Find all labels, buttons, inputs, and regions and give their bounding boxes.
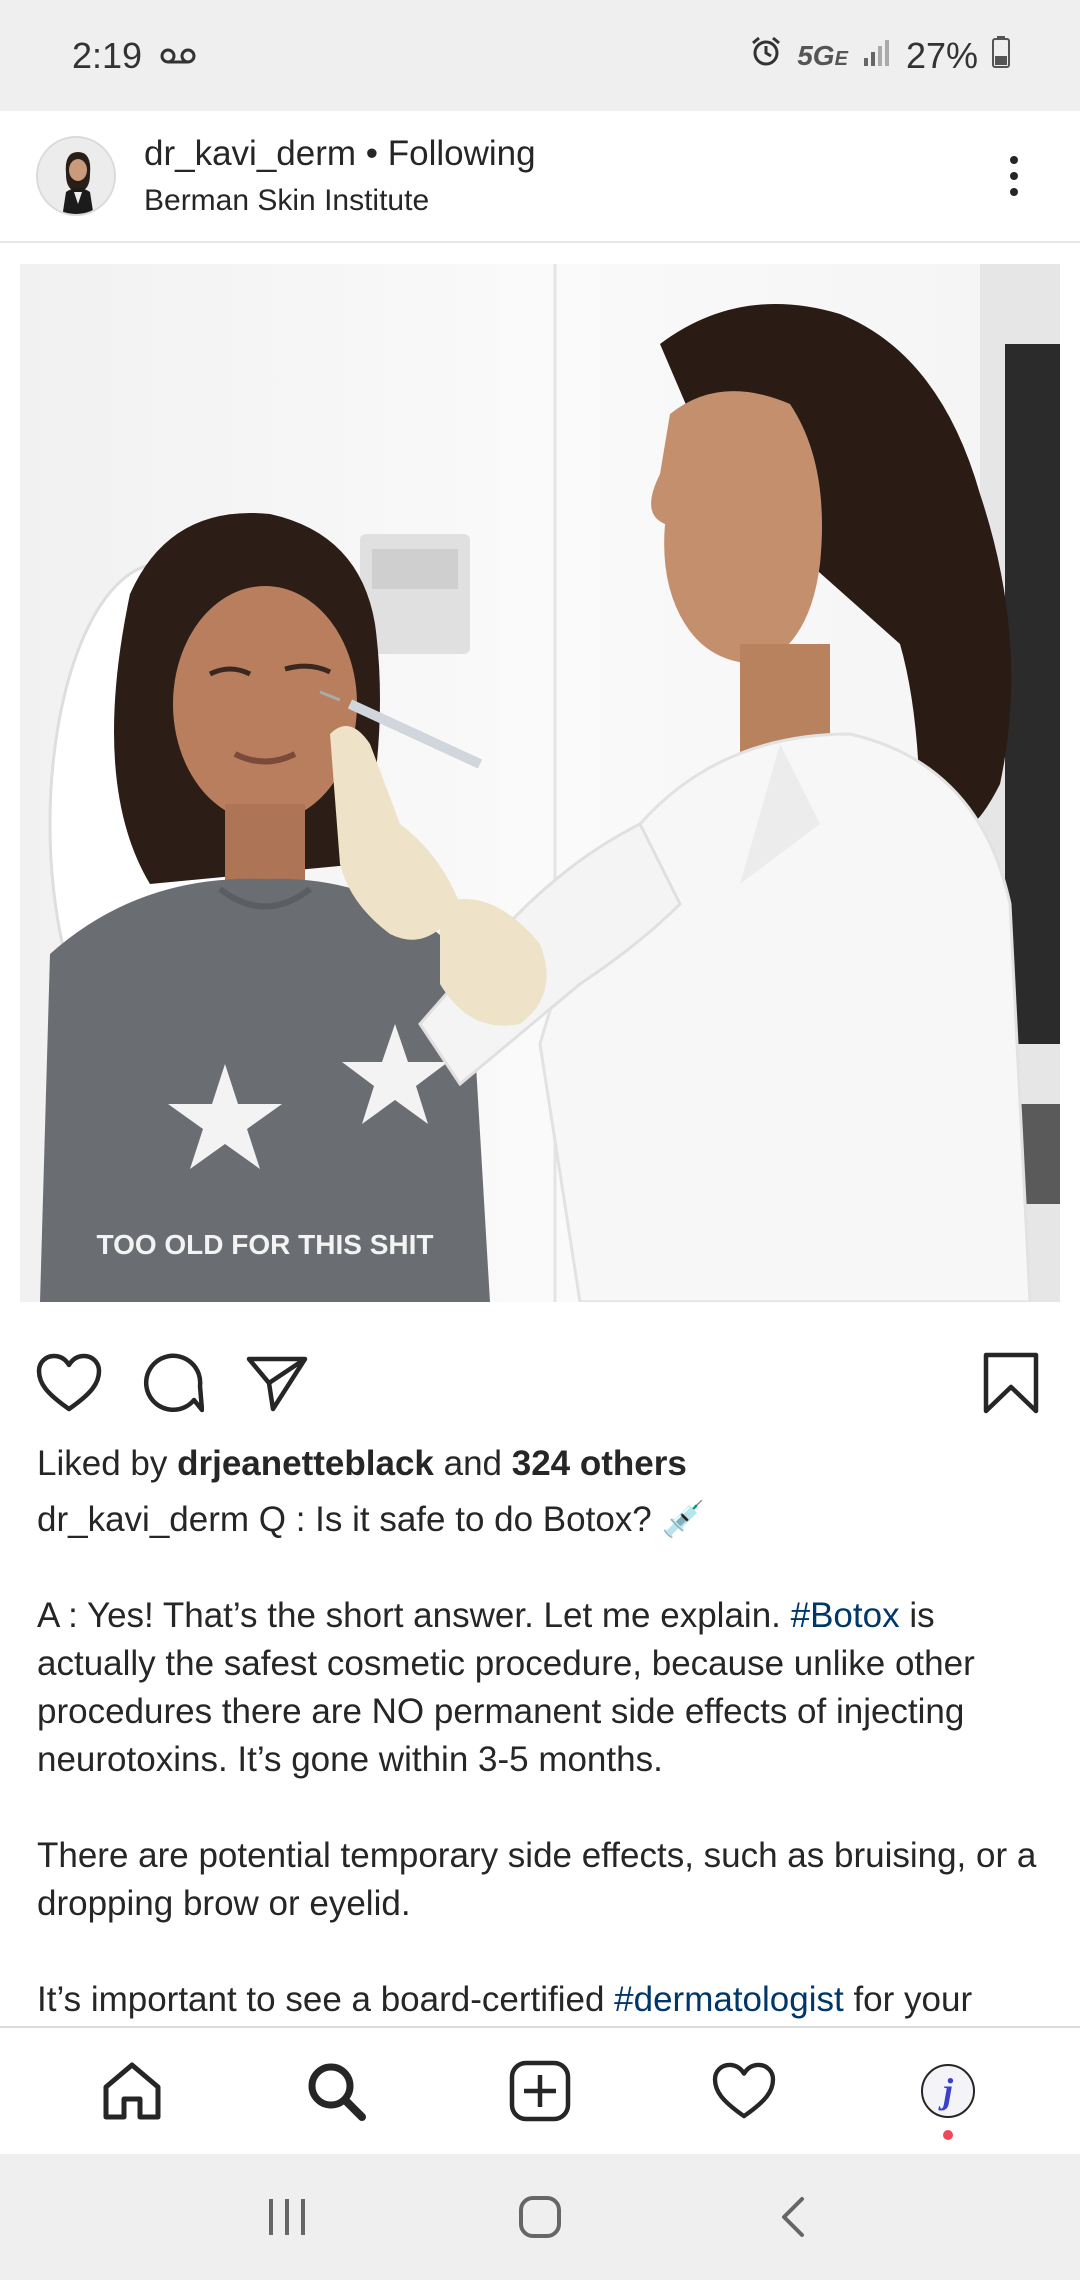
header-separator: • [356,134,388,173]
voicemail-icon [160,47,196,65]
battery-icon [992,35,1010,77]
battery-percent: 27% [905,34,978,76]
alarm-icon [749,34,783,77]
author-username[interactable]: dr_kavi_derm [144,134,356,174]
post-photo[interactable]: TOO OLD FOR THIS SHIT [20,264,1060,1302]
follow-status[interactable]: Following [388,134,536,174]
author-avatar[interactable] [36,136,116,216]
status-bar: 2:19 5GE 27% [0,0,1080,111]
home-button-icon[interactable] [495,2172,585,2262]
caption-question: dr_kavi_derm Q : Is it safe to do Botox?… [37,1500,706,1539]
caption-paragraph-3: It’s important to see a board-certified … [37,1980,973,2019]
post-actions [34,1345,1046,1421]
add-post-icon[interactable] [495,2046,585,2136]
caption-paragraph-2: There are potential temporary side effec… [37,1836,1037,1923]
network-type: 5GE [797,39,848,71]
post-location[interactable]: Berman Skin Institute [144,184,536,218]
share-icon[interactable] [242,1348,312,1418]
back-icon[interactable] [748,2172,838,2262]
more-options-icon[interactable] [984,136,1044,216]
bookmark-icon[interactable] [976,1348,1046,1418]
caption-author[interactable]: dr_kavi_derm [37,1500,249,1539]
heart-icon[interactable] [34,1348,104,1418]
caption-paragraph-1: A : Yes! That’s the short answer. Let me… [37,1596,975,1779]
bottom-navigation: j [0,2026,1080,2154]
search-icon[interactable] [291,2046,381,2136]
post-caption: dr_kavi_derm Q : Is it safe to do Botox?… [37,1496,1047,2072]
status-indicators: 5GE 27% [749,34,1010,77]
status-time: 2:19 [72,34,143,76]
shirt-text: TOO OLD FOR THIS SHIT [96,1229,433,1260]
liked-by-user[interactable]: drjeanetteblack [177,1444,434,1483]
hashtag-botox[interactable]: #Botox [791,1596,900,1635]
system-navigation [0,2154,1080,2280]
signal-icon [862,35,892,77]
profile-avatar[interactable]: j [903,2046,993,2140]
hashtag-dermatologist[interactable]: #dermatologist [614,1980,844,2019]
likes-summary[interactable]: Liked by drjeanetteblack and 324 others [37,1444,687,1484]
notification-dot [943,2130,953,2140]
activity-heart-icon[interactable] [699,2046,789,2136]
comment-icon[interactable] [138,1348,208,1418]
recent-apps-icon[interactable] [242,2172,332,2262]
home-icon[interactable] [87,2046,177,2136]
likes-others[interactable]: 324 others [512,1444,687,1483]
post-header: dr_kavi_derm • Following Berman Skin Ins… [0,111,1080,243]
